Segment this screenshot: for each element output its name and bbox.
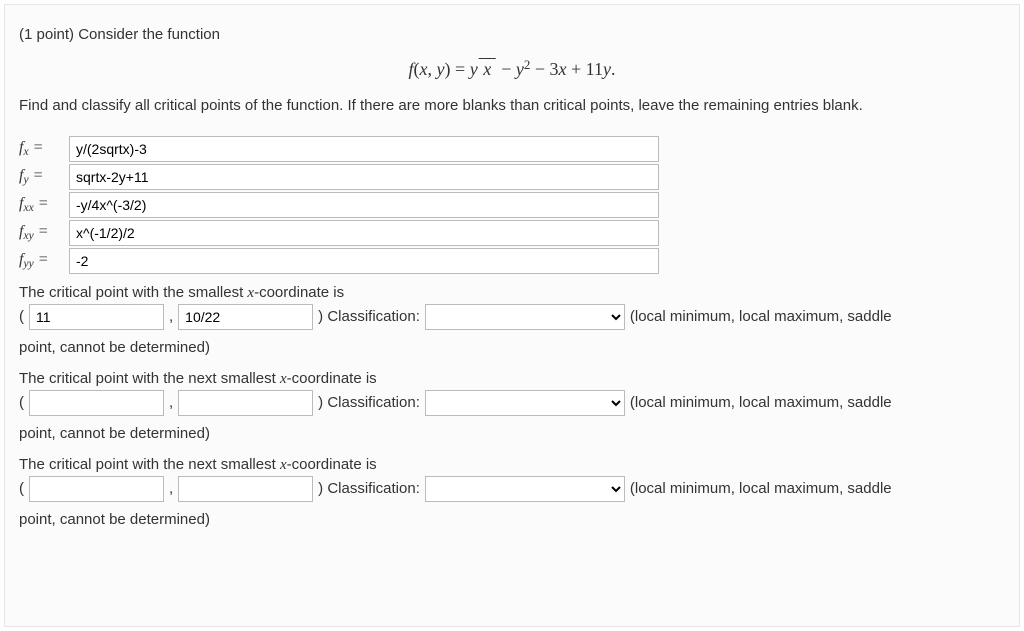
classification-hint: (local minimum, local maximum, saddle	[630, 394, 892, 411]
paren-open: (	[19, 394, 24, 411]
fyy-row: fyy =	[19, 248, 1005, 274]
critical-point-y-input[interactable]	[178, 476, 313, 502]
fxx-input[interactable]	[69, 192, 659, 218]
fxy-input[interactable]	[69, 220, 659, 246]
critical-point-intro: The critical point with the smallest x-c…	[19, 284, 1005, 302]
critical-point-block: The critical point with the next smalles…	[19, 456, 1005, 532]
fy-input[interactable]	[69, 164, 659, 190]
critical-point-y-input[interactable]	[178, 304, 313, 330]
comma-separator: ,	[169, 308, 173, 325]
paren-open: (	[19, 308, 24, 325]
classification-label: ) Classification:	[318, 480, 420, 497]
critical-point-y-input[interactable]	[178, 390, 313, 416]
critical-point-intro: The critical point with the next smalles…	[19, 456, 1005, 474]
critical-point-x-input[interactable]	[29, 390, 164, 416]
classification-select[interactable]	[425, 304, 625, 330]
fxx-label: fxx =	[19, 195, 63, 214]
fx-row: fx =	[19, 136, 1005, 162]
prompt-line-2: Find and classify all critical points of…	[19, 94, 1005, 118]
classification-select[interactable]	[425, 476, 625, 502]
fyy-label: fyy =	[19, 251, 63, 270]
fy-label: fy =	[19, 167, 63, 186]
fy-row: fy =	[19, 164, 1005, 190]
critical-point-x-input[interactable]	[29, 476, 164, 502]
fxx-row: fxx =	[19, 192, 1005, 218]
fyy-input[interactable]	[69, 248, 659, 274]
comma-separator: ,	[169, 394, 173, 411]
critical-point-block: The critical point with the next smalles…	[19, 370, 1005, 446]
classification-label: ) Classification:	[318, 308, 420, 325]
fxy-row: fxy =	[19, 220, 1005, 246]
classification-hint-line2: point, cannot be determined)	[19, 508, 1005, 532]
fx-input[interactable]	[69, 136, 659, 162]
classification-hint-line2: point, cannot be determined)	[19, 422, 1005, 446]
fxy-label: fxy =	[19, 223, 63, 242]
points-label: (1 point)	[19, 26, 78, 43]
critical-point-input-line: (, ) Classification: (local minimum, local…	[19, 476, 1005, 502]
critical-point-intro: The critical point with the next smalles…	[19, 370, 1005, 388]
fx-label: fx =	[19, 139, 63, 158]
prompt-line-1: (1 point) Consider the function	[19, 23, 1005, 47]
equation-display: f(x, y) = y x − y2 − 3x + 11y.	[19, 57, 1005, 80]
classification-label: ) Classification:	[318, 394, 420, 411]
paren-open: (	[19, 480, 24, 497]
problem-container: (1 point) Consider the function f(x, y) …	[4, 4, 1020, 627]
prompt-text-1: Consider the function	[78, 26, 220, 43]
classification-select[interactable]	[425, 390, 625, 416]
critical-point-input-line: (, ) Classification: (local minimum, local…	[19, 304, 1005, 330]
critical-point-input-line: (, ) Classification: (local minimum, local…	[19, 390, 1005, 416]
comma-separator: ,	[169, 480, 173, 497]
classification-hint-line2: point, cannot be determined)	[19, 336, 1005, 360]
critical-point-x-input[interactable]	[29, 304, 164, 330]
classification-hint: (local minimum, local maximum, saddle	[630, 480, 892, 497]
critical-point-block: The critical point with the smallest x-c…	[19, 284, 1005, 360]
classification-hint: (local minimum, local maximum, saddle	[630, 308, 892, 325]
